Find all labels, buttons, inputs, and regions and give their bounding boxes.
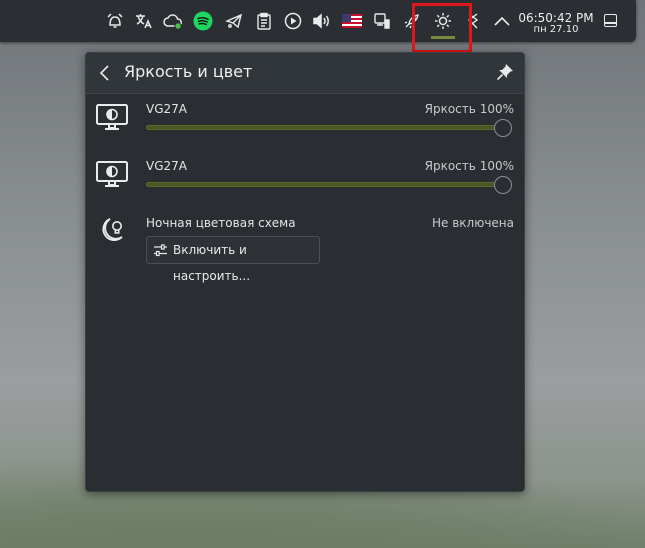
night-color-row: Ночная цветовая схема Не включена Включи… [86, 53, 524, 283]
telegram-icon[interactable] [220, 0, 248, 42]
night-color-label: Ночная цветовая схема [146, 216, 296, 230]
cloud-sync-icon[interactable] [159, 0, 187, 42]
highlight-box [412, 3, 472, 53]
night-light-icon [102, 218, 123, 242]
media-player-icon[interactable] [279, 0, 307, 42]
enable-configure-label: Включить и настроить... [173, 243, 251, 283]
brightness-popup: Яркость и цвет VG27A Яркость 100% VG27A … [85, 52, 525, 492]
clipboard-icon[interactable] [250, 0, 278, 42]
translate-icon[interactable] [130, 0, 158, 42]
clock-time: 06:50:42 PM [518, 11, 594, 25]
network-icon[interactable] [368, 0, 396, 42]
clock[interactable]: 06:50:42 PM пн 27.10 [514, 12, 598, 36]
top-panel: 06:50:42 PM пн 27.10 [0, 0, 636, 42]
show-desktop-button[interactable] [604, 14, 617, 27]
spotify-icon[interactable] [189, 0, 217, 42]
volume-icon[interactable] [308, 0, 336, 42]
us-flag-keyboard-icon[interactable] [338, 0, 366, 42]
clock-date: пн 27.10 [533, 24, 579, 35]
sliders-icon [154, 244, 167, 257]
alarm-icon[interactable] [101, 0, 129, 42]
expand-tray-icon[interactable] [488, 0, 516, 42]
enable-configure-button[interactable]: Включить и настроить... [146, 236, 320, 283]
night-color-status: Не включена [432, 216, 514, 230]
